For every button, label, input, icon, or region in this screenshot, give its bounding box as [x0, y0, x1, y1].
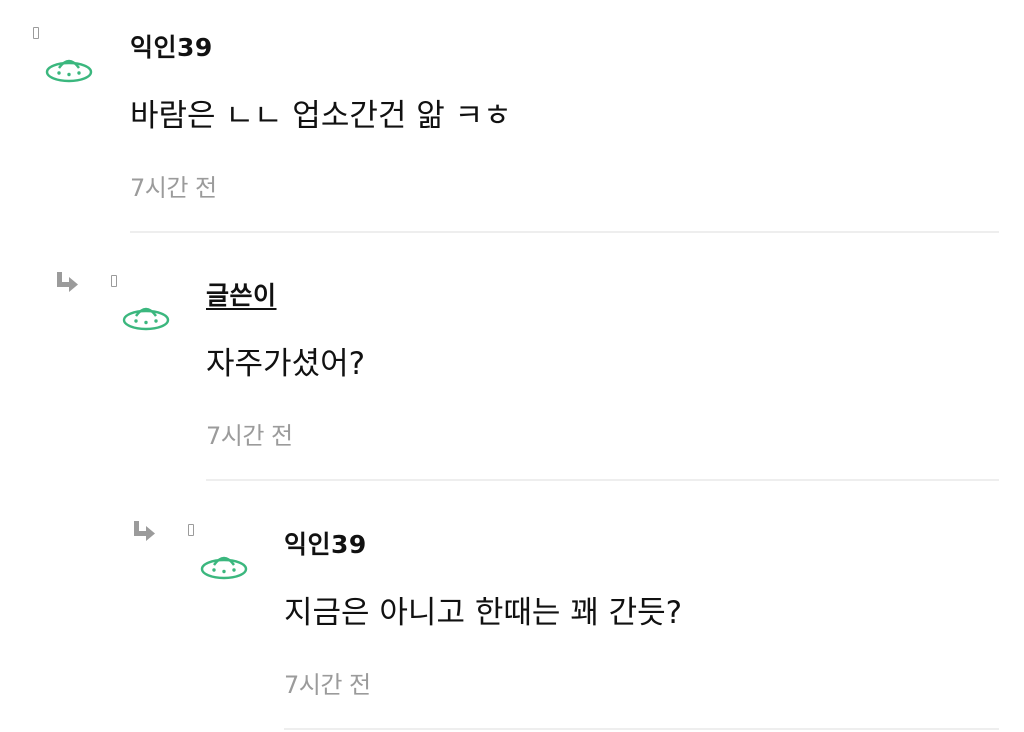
comment-timestamp: 7시간 전 [284, 671, 371, 699]
comment-author[interactable]: 익인39 [284, 525, 367, 561]
reply-arrow-icon [57, 272, 78, 292]
ufo-icon [200, 556, 248, 580]
comment-text: 자주가셨어? [206, 346, 366, 382]
comment-text: 바람은 ㄴㄴ 업소간건 앎 ㅋㅎ [130, 98, 512, 134]
comment-divider [206, 479, 999, 481]
comment-text: 지금은 아니고 한때는 꽤 간듯? [284, 595, 683, 631]
comment-timestamp: 7시간 전 [130, 174, 217, 202]
comment-author-op[interactable]: 글쓴이 [206, 276, 277, 312]
reply-arrow-icon [134, 521, 155, 541]
ufo-icon [122, 307, 170, 331]
comment-author[interactable]: 익인39 [130, 28, 213, 64]
comment-divider [130, 231, 999, 233]
phone-icon [111, 275, 117, 287]
comment-divider [284, 728, 999, 730]
comment-timestamp: 7시간 전 [206, 422, 293, 450]
phone-icon [33, 27, 39, 39]
phone-icon [188, 524, 194, 536]
ufo-icon [45, 59, 93, 83]
